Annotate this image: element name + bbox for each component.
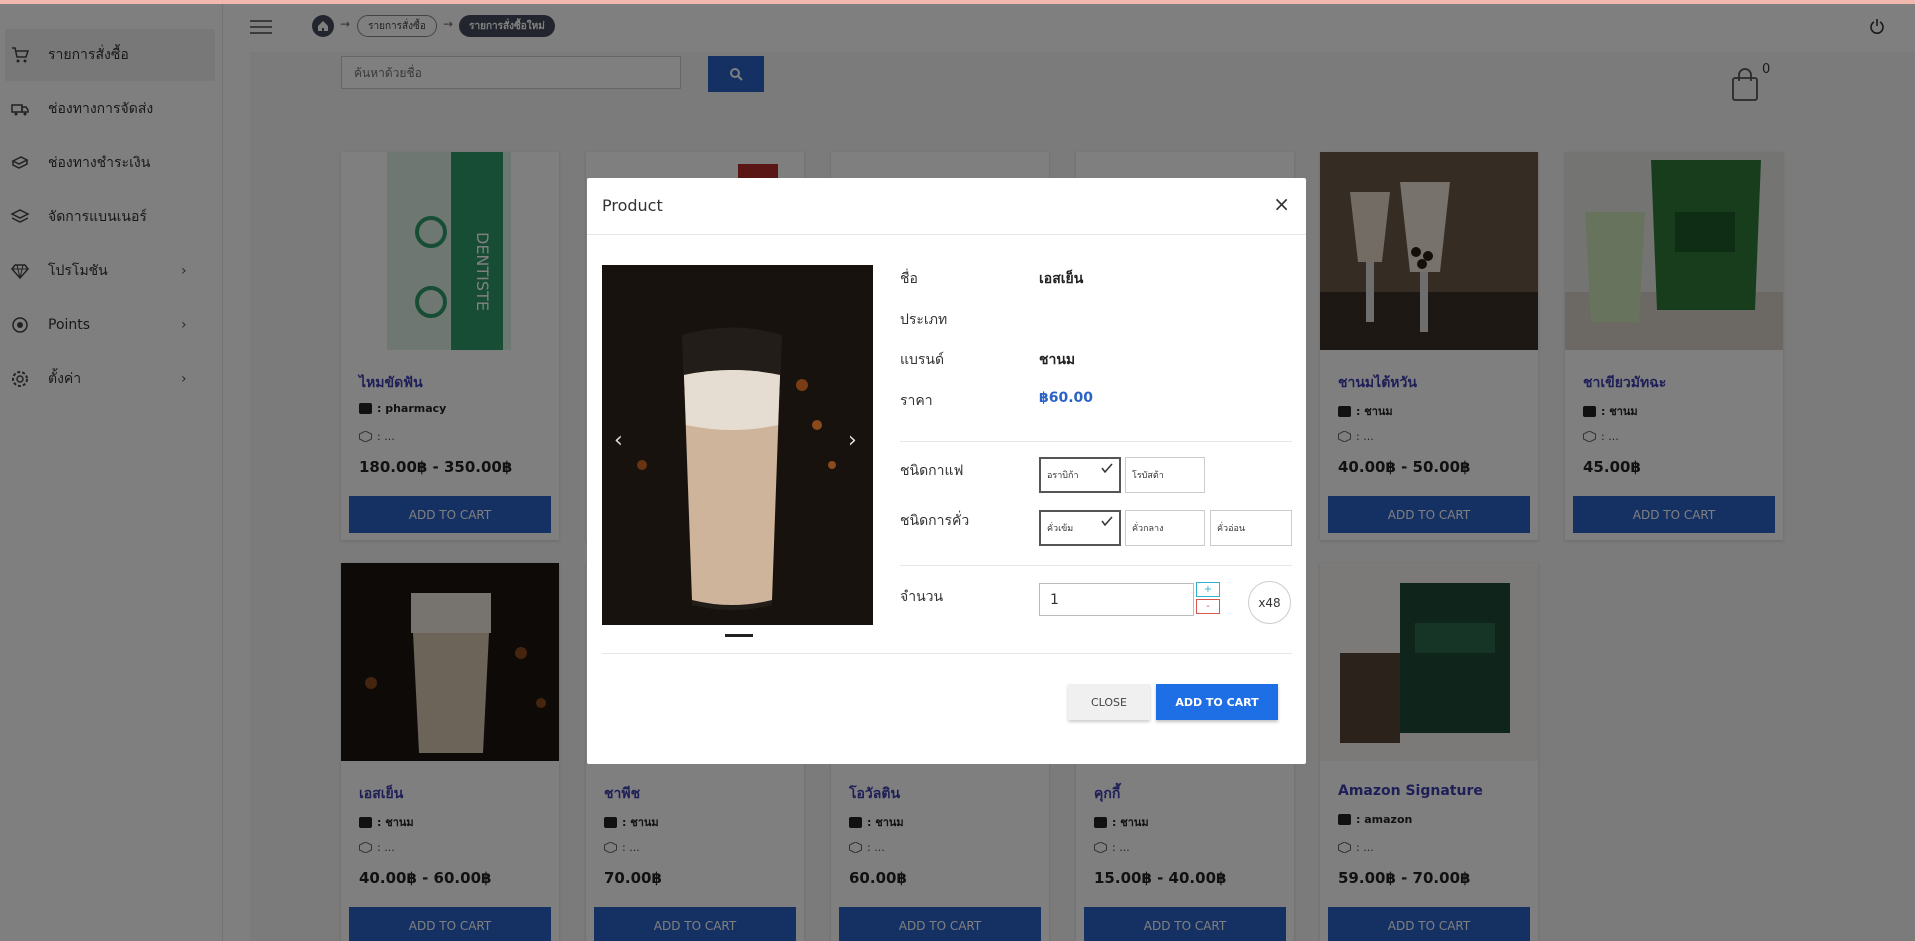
product-image-carousel[interactable]: ‹ ›: [602, 265, 873, 625]
label-coffee-type: ชนิดกาแฟ: [900, 463, 964, 479]
stock-badge: x48: [1248, 581, 1291, 624]
product-image: [602, 265, 873, 625]
carousel-indicator[interactable]: [725, 634, 753, 637]
add-to-cart-button[interactable]: ADD TO CART: [1156, 684, 1278, 720]
label-quantity: จำนวน: [900, 589, 944, 605]
divider: [587, 234, 1306, 235]
quantity-input[interactable]: 1: [1039, 583, 1194, 616]
modal-title: Product: [602, 196, 663, 215]
option-coffee-arabica[interactable]: อราบิก้า: [1039, 457, 1121, 493]
close-button[interactable]: CLOSE: [1068, 684, 1150, 720]
option-roast-light[interactable]: คั่วอ่อน: [1210, 510, 1292, 546]
value-name: เอสเย็น: [1039, 271, 1084, 287]
value-price: ฿60.00: [1039, 390, 1094, 406]
close-icon[interactable]: ×: [1273, 192, 1290, 216]
label-name: ชื่อ: [900, 271, 918, 287]
top-accent-line: [0, 0, 1915, 4]
value-brand: ชานม: [1039, 352, 1076, 368]
quantity-increment-button[interactable]: +: [1196, 582, 1220, 597]
divider: [900, 441, 1292, 442]
divider: [900, 565, 1292, 566]
label-price: ราคา: [900, 393, 933, 409]
option-roast-dark[interactable]: คั่วเข้ม: [1039, 510, 1121, 546]
option-coffee-robusta[interactable]: โรบัสต้า: [1125, 457, 1205, 493]
check-icon: [1101, 516, 1113, 526]
label-type: ประเภท: [900, 312, 948, 328]
carousel-next-icon[interactable]: ›: [848, 428, 857, 453]
check-icon: [1101, 463, 1113, 473]
label-roast-type: ชนิดการคั่ว: [900, 513, 970, 529]
carousel-prev-icon[interactable]: ‹: [614, 428, 623, 453]
divider: [602, 653, 1292, 654]
label-brand: แบรนด์: [900, 352, 945, 368]
quantity-decrement-button[interactable]: -: [1196, 599, 1220, 614]
option-roast-medium[interactable]: คั่วกลาง: [1125, 510, 1205, 546]
product-modal: Product × ‹ › ชื่อ เอสเย็น ประเภท แบรนด์…: [587, 178, 1306, 764]
